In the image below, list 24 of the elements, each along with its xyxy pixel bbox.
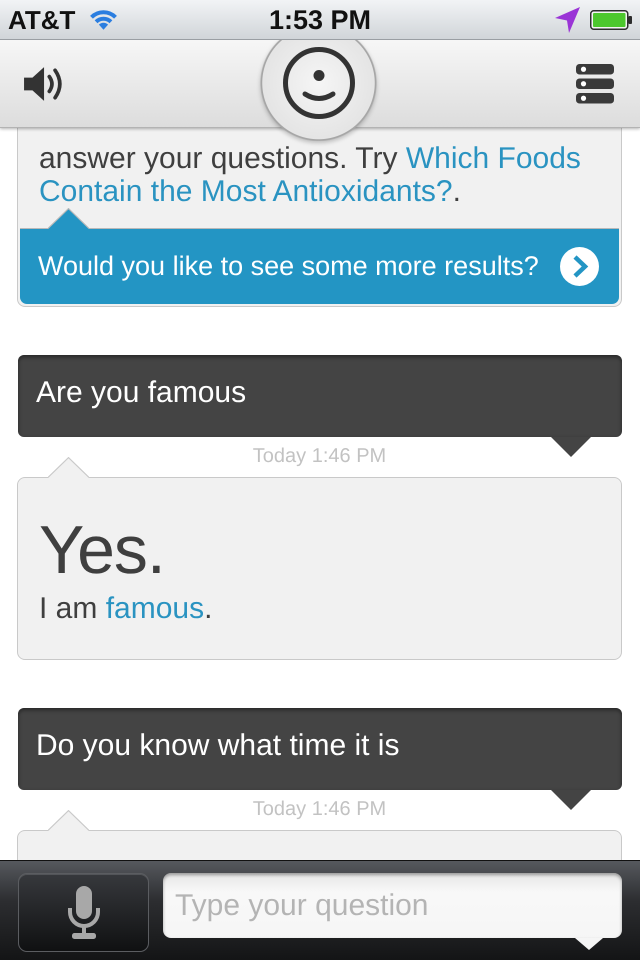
microphone-button[interactable] bbox=[18, 873, 149, 952]
battery-icon bbox=[590, 10, 632, 30]
timestamp: Today 1:46 PM bbox=[252, 445, 386, 467]
answer-text: answer your questions. Try Which Foods Contain the Most Antioxidants?. bbox=[38, 142, 582, 208]
question-text: Do you know what time it is bbox=[36, 729, 400, 762]
timestamp: Today 1:46 PM bbox=[252, 798, 386, 820]
carrier-name: AT&T bbox=[8, 4, 76, 34]
menu-icon[interactable] bbox=[576, 64, 614, 104]
topic-link[interactable]: famous bbox=[106, 592, 204, 625]
topic-link[interactable]: Which Foods bbox=[406, 142, 581, 175]
question-text: Are you famous bbox=[36, 376, 246, 409]
location-arrow-icon bbox=[555, 6, 580, 32]
topic-link[interactable]: Contain the Most Antioxidants? bbox=[39, 175, 453, 208]
answer-text: I am famous. bbox=[38, 592, 214, 625]
pointer-tail bbox=[48, 208, 89, 229]
smiley-icon bbox=[282, 47, 354, 119]
answer-headline: Yes. bbox=[38, 514, 166, 586]
clock-time: 1:53 PM bbox=[268, 4, 372, 34]
wifi-icon bbox=[90, 10, 118, 30]
speaker-icon[interactable] bbox=[23, 66, 63, 102]
question-field[interactable]: Type your question bbox=[163, 873, 622, 938]
pointer-tail bbox=[575, 938, 603, 950]
chevron-right-icon bbox=[560, 247, 599, 286]
microphone-icon bbox=[66, 886, 100, 939]
